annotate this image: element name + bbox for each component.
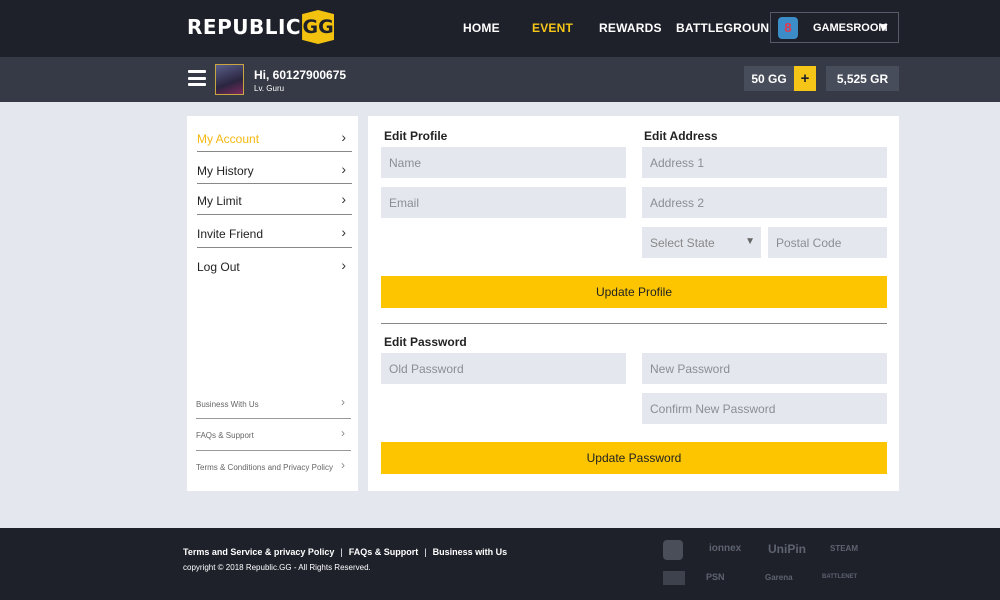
chevron-right-icon: › (341, 426, 345, 440)
footer-links: Terms and Service & privacy Policy | FAQ… (183, 547, 507, 557)
name-field[interactable] (381, 147, 626, 178)
sidebar-link-faqs[interactable]: FAQs & Support › (196, 419, 351, 451)
state-select-value: Select State (650, 235, 715, 250)
steam-logo: STEAM (830, 544, 858, 553)
sidebar-item-my-history[interactable]: My History › (197, 152, 352, 184)
nav-battleground[interactable]: BATTLEGROUND (676, 21, 778, 35)
postal-code-field[interactable] (768, 227, 887, 258)
footer-separator: | (424, 547, 427, 557)
caret-down-icon: ▼ (878, 20, 890, 34)
edit-password-title: Edit Password (384, 335, 467, 349)
address2-input[interactable] (650, 195, 887, 210)
add-gg-button[interactable]: + (794, 66, 816, 91)
edit-profile-title: Edit Profile (384, 129, 448, 143)
chevron-right-icon: › (341, 161, 346, 177)
user-level: Lv. Guru (254, 84, 285, 93)
address1-input[interactable] (650, 155, 887, 170)
sidebar-item-log-out[interactable]: Log Out › (197, 248, 352, 280)
gg-balance: 50 GG (744, 66, 794, 91)
unipin-logo: UniPin (768, 542, 806, 556)
nav-event[interactable]: EVENT (532, 21, 573, 35)
sidebar-link-label: FAQs & Support (196, 431, 254, 440)
partner-icon (663, 540, 683, 560)
old-password-input[interactable] (389, 361, 626, 376)
chevron-right-icon: › (341, 129, 346, 145)
psn-logo: PSN (706, 572, 725, 582)
postal-code-input[interactable] (776, 235, 887, 250)
sidebar-item-label: My Limit (197, 194, 242, 208)
chevron-right-icon: › (341, 191, 346, 207)
menu-icon[interactable] (188, 70, 206, 86)
footer-link-faqs[interactable]: FAQs & Support (349, 547, 419, 557)
new-password-field[interactable] (642, 353, 887, 384)
sidebar-link-business[interactable]: Business With Us › (196, 388, 351, 419)
sidebar-link-label: Business With Us (196, 400, 259, 409)
sidebar-item-my-account[interactable]: My Account › (197, 120, 352, 152)
nav-home[interactable]: HOME (463, 21, 500, 35)
sidebar-link-terms[interactable]: Terms & Conditions and Privacy Policy › (196, 451, 351, 482)
email-field[interactable] (381, 187, 626, 218)
caret-down-icon: ▼ (745, 236, 755, 247)
sidebar-item-label: Log Out (197, 260, 240, 274)
copyright-text: copyright © 2018 Republic.GG - All Right… (183, 563, 371, 572)
ionnex-logo: ionnex (709, 543, 742, 554)
sidebar-link-label: Terms & Conditions and Privacy Policy (196, 463, 333, 472)
account-sidebar: My Account › My History › My Limit › Inv… (187, 116, 358, 491)
section-divider (381, 323, 887, 324)
update-password-button[interactable]: Update Password (381, 442, 887, 474)
name-input[interactable] (389, 155, 626, 170)
state-select[interactable]: Select State ▼ (642, 227, 761, 258)
chevron-right-icon: › (341, 257, 346, 273)
partner-icon (663, 571, 685, 585)
republic-gg-logo[interactable]: REPUBLIC GG (187, 9, 335, 45)
update-profile-button[interactable]: Update Profile (381, 276, 887, 308)
new-password-input[interactable] (650, 361, 887, 376)
chevron-right-icon: › (341, 458, 345, 472)
sidebar-item-label: My Account (197, 132, 260, 146)
sidebar-item-invite-friend[interactable]: Invite Friend › (197, 215, 352, 248)
sidebar-item-label: Invite Friend (197, 227, 264, 241)
footer (0, 528, 1000, 600)
old-password-field[interactable] (381, 353, 626, 384)
nav-rewards[interactable]: REWARDS (599, 21, 662, 35)
gamesroom-icon: 8 (778, 16, 798, 39)
confirm-password-input[interactable] (650, 401, 887, 416)
footer-link-terms[interactable]: Terms and Service & privacy Policy (183, 547, 334, 557)
footer-link-business[interactable]: Business with Us (433, 547, 508, 557)
battlenet-logo: BATTLENET (822, 574, 858, 580)
chevron-right-icon: › (341, 224, 346, 240)
confirm-password-field[interactable] (642, 393, 887, 424)
logo-mark: GG (302, 10, 335, 44)
sidebar-item-my-limit[interactable]: My Limit › (197, 182, 352, 215)
user-greeting: Hi, 60127900675 (254, 68, 347, 82)
gamesroom-dropdown[interactable]: 8 GAMESROOM ▼ (770, 12, 899, 43)
gamesroom-label: GAMESROOM (813, 21, 888, 34)
edit-address-title: Edit Address (644, 129, 718, 143)
footer-separator: | (340, 547, 343, 557)
logo-text: REPUBLIC (187, 15, 302, 39)
gr-balance: 5,525 GR (826, 66, 899, 91)
sidebar-item-label: My History (197, 164, 254, 178)
email-input[interactable] (389, 195, 626, 210)
address1-field[interactable] (642, 147, 887, 178)
avatar[interactable] (215, 64, 244, 95)
garena-logo: Garena (765, 573, 793, 582)
chevron-right-icon: › (341, 395, 345, 409)
address2-field[interactable] (642, 187, 887, 218)
